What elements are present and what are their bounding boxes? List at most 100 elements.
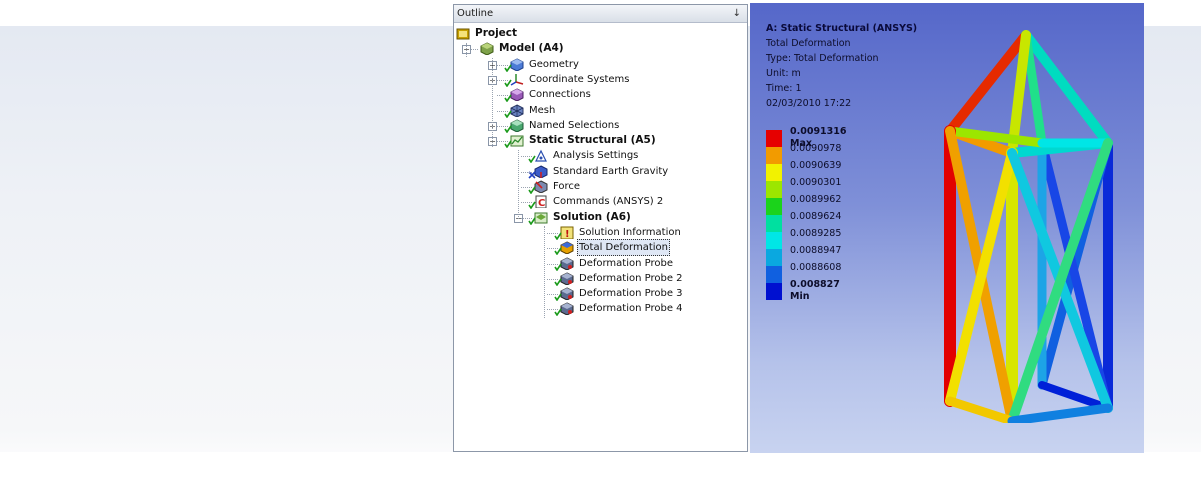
tree-node[interactable]: Connections — [504, 87, 593, 103]
mesh-icon — [504, 103, 524, 118]
deformation-probe-icon — [554, 256, 574, 271]
tree-node[interactable]: Total Deformation — [554, 239, 670, 257]
tree-connector — [497, 95, 508, 97]
tree-connector — [497, 141, 508, 143]
solution-icon — [528, 211, 548, 225]
legend-swatch — [766, 232, 782, 249]
legend-swatch — [766, 130, 782, 147]
tree-node[interactable]: Geometry — [504, 57, 581, 72]
tree-node[interactable]: Deformation Probe — [554, 256, 675, 271]
tree-connector — [547, 278, 558, 280]
tree-node-label: Project — [475, 27, 518, 39]
truss-member — [945, 396, 1017, 423]
tree-node[interactable]: Analysis Settings — [528, 148, 640, 164]
result-type: Type: Total Deformation — [766, 53, 879, 64]
tree-connector — [497, 64, 508, 66]
tree-node[interactable]: Solution (A6) — [528, 210, 633, 225]
legend-label: 0.0088608 — [790, 262, 842, 273]
pin-icon[interactable]: ↓ — [733, 5, 741, 22]
tree-node[interactable]: Coordinate Systems — [504, 72, 632, 87]
tree-guide-line — [544, 226, 545, 318]
tree-node[interactable]: Named Selections — [504, 118, 621, 133]
project-icon — [456, 27, 470, 40]
tree-node-label: Total Deformation — [577, 239, 670, 257]
legend-swatch — [766, 266, 782, 283]
deformation-probe-icon — [554, 287, 574, 302]
tree-connector — [547, 263, 558, 265]
tree-connector — [521, 217, 532, 219]
tree-connector — [497, 125, 508, 127]
svg-text:C: C — [538, 198, 545, 208]
tree-connector — [471, 49, 478, 51]
tree-node-label: Geometry — [529, 58, 579, 70]
legend-label: 0.0090639 — [790, 160, 842, 171]
legend-swatch — [766, 283, 782, 300]
legend-swatch — [766, 147, 782, 164]
result-info: A: Static Structural (ANSYS) Total Defor… — [766, 21, 917, 111]
tree-connector — [547, 232, 558, 234]
tree-node-label: Deformation Probe — [579, 257, 673, 269]
named-selections-icon — [504, 119, 524, 133]
tree-node[interactable]: Project — [456, 26, 519, 41]
outline-panel: Outline ↓ Project Model (A4) − Geometry + Coo… — [453, 4, 748, 452]
solution-information-icon: ! — [554, 226, 574, 240]
deformation-probe-icon — [554, 302, 574, 317]
tree-connector — [521, 171, 532, 173]
tree-node-label: Analysis Settings — [553, 150, 639, 162]
static-structural-icon — [504, 134, 524, 149]
tree-connector — [547, 294, 558, 296]
tree-node[interactable]: Mesh — [504, 103, 557, 118]
tree-node[interactable]: Force — [528, 179, 582, 194]
legend-swatch — [766, 215, 782, 232]
tree-node-label: Commands (ANSYS) 2 — [553, 196, 664, 208]
tree-node-label: Model (A4) — [499, 42, 564, 55]
analysis-settings-icon — [528, 149, 548, 164]
svg-text:!: ! — [565, 229, 570, 239]
tree-node[interactable]: Deformation Probe 4 — [554, 301, 685, 317]
tree-node-label: Force — [553, 181, 581, 192]
tree-node[interactable]: C Commands (ANSYS) 2 — [528, 194, 665, 210]
outline-header: Outline ↓ — [454, 5, 747, 23]
page-background-band — [0, 452, 1201, 477]
tree-connector — [497, 110, 508, 112]
legend-swatch — [766, 249, 782, 266]
connections-icon — [504, 88, 524, 103]
graphics-viewport[interactable]: A: Static Structural (ANSYS) Total Defor… — [750, 3, 1144, 453]
tree-node[interactable]: Deformation Probe 3 — [554, 286, 685, 302]
result-name: Total Deformation — [766, 38, 851, 49]
tree-node[interactable]: Deformation Probe 2 — [554, 271, 685, 286]
tree-node-label: Standard Earth Gravity — [553, 165, 669, 177]
tree-node-label: Named Selections — [529, 119, 620, 131]
gravity-icon — [528, 165, 548, 179]
geometry-icon — [504, 58, 524, 72]
legend-swatch — [766, 198, 782, 215]
tree-node[interactable]: Static Structural (A5) — [504, 133, 658, 149]
analysis-title: A: Static Structural (ANSYS) — [766, 23, 918, 34]
tree-node-label: Solution Information — [579, 226, 681, 238]
tree-connector — [521, 202, 532, 204]
tree-node[interactable]: Model (A4) — [480, 41, 566, 56]
result-unit: Unit: m — [766, 68, 801, 79]
legend-label: 0.0090978 — [790, 143, 842, 154]
tree-node-label: Deformation Probe 3 — [579, 288, 683, 300]
result-time: Time: 1 — [766, 83, 802, 94]
tree-node[interactable]: Standard Earth Gravity — [528, 164, 670, 179]
total-deformation-icon — [554, 241, 574, 256]
tree-connector — [547, 248, 558, 250]
tree-connector — [521, 187, 532, 188]
tree-node-label: Solution (A6) — [553, 210, 631, 223]
tree-node[interactable]: ! Solution Information — [554, 225, 683, 240]
tree-connector — [547, 309, 558, 311]
legend-swatch — [766, 164, 782, 181]
tree-node-label: Connections — [529, 89, 591, 101]
legend-label: 0.0089285 — [790, 228, 842, 239]
model-icon — [480, 42, 494, 56]
result-date: 02/03/2010 17:22 — [766, 98, 852, 109]
legend-swatch — [766, 181, 782, 198]
legend-label: 0.0089624 — [790, 211, 842, 222]
truss-tower-model[interactable] — [930, 23, 1120, 423]
tree-connector — [497, 79, 508, 81]
legend-label: 0.0088947 — [790, 245, 842, 256]
commands-icon: C — [528, 195, 548, 210]
legend-label: 0.0089962 — [790, 194, 842, 205]
